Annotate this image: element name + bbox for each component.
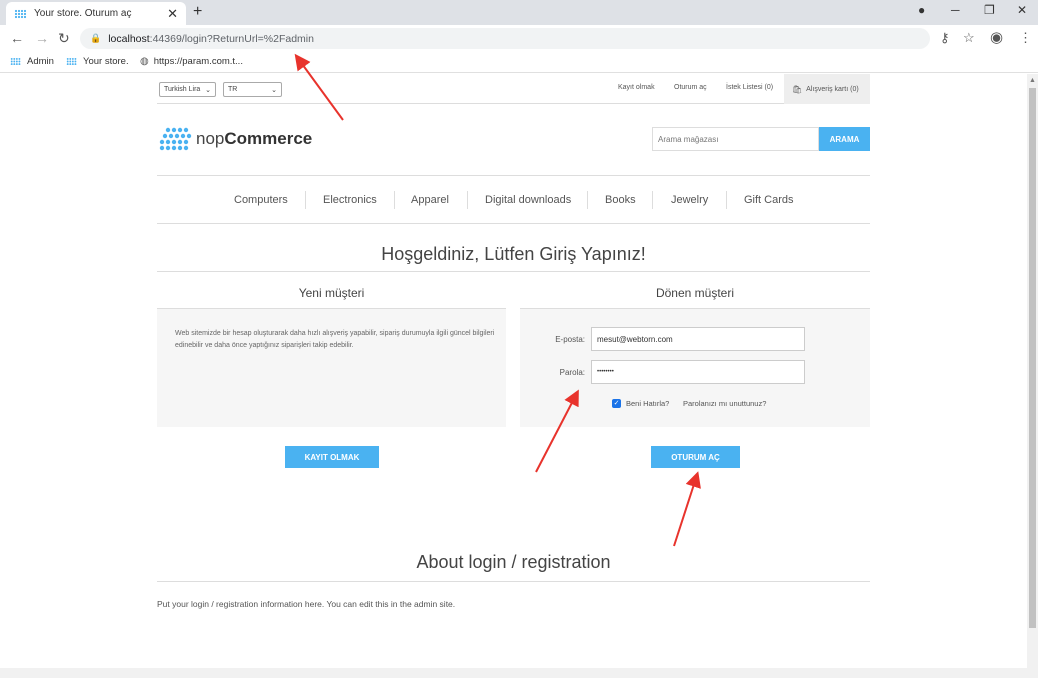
star-icon[interactable]: ☆	[963, 30, 975, 46]
lock-icon: 🔒	[90, 33, 102, 43]
key-icon[interactable]: ⚷	[940, 30, 950, 46]
horizontal-scrollbar[interactable]	[0, 668, 1027, 678]
search-input[interactable]: Arama mağazası	[652, 127, 819, 151]
new-customer-box	[157, 309, 506, 427]
page-title: Hoşgeldiniz, Lütfen Giriş Yapınız!	[381, 244, 646, 264]
bookmark-param[interactable]: ◍ https://param.com.t...	[140, 56, 243, 67]
new-tab-button[interactable]: +	[193, 3, 202, 21]
remember-me-label[interactable]: Beni Hatırla?	[626, 399, 669, 408]
close-tab-icon[interactable]: ✕	[167, 6, 178, 22]
minimize-icon[interactable]: ─	[951, 3, 960, 17]
about-divider	[157, 581, 870, 582]
cart-link[interactable]: 🛍 Alışveriş kartı (0)	[784, 74, 870, 104]
url-field[interactable]: 🔒 localhost:44369/login?ReturnUrl=%2Fadm…	[80, 28, 930, 49]
login-link[interactable]: Oturum aç	[674, 84, 707, 91]
login-button[interactable]: OTURUM AÇ	[651, 446, 740, 468]
menu-item-gift-cards[interactable]: Gift Cards	[744, 194, 794, 206]
browser-tab[interactable]: Your store. Oturum aç ✕	[6, 2, 186, 25]
nopcommerce-favicon-icon	[10, 57, 21, 66]
language-select[interactable]: TR ⌄	[223, 82, 282, 97]
scrollbar-thumb[interactable]	[1029, 88, 1036, 628]
chevron-down-icon: ⌄	[271, 86, 277, 94]
currency-value: Turkish Lira	[164, 86, 201, 93]
top-menu: Computers Electronics Apparel Digital do…	[157, 175, 870, 224]
account-icon[interactable]: ◉	[990, 28, 1003, 46]
reload-icon[interactable]: ↻	[58, 30, 70, 47]
menu-item-electronics[interactable]: Electronics	[323, 194, 377, 206]
bookmarks-bar: Admin Your store. ◍ https://param.com.t.…	[0, 52, 1038, 73]
window-close-icon[interactable]: ✕	[1017, 3, 1027, 17]
menu-item-apparel[interactable]: Apparel	[411, 194, 449, 206]
menu-divider	[394, 191, 395, 209]
remember-me-checkbox[interactable]: ✓	[612, 399, 621, 408]
about-title: About login / registration	[416, 552, 611, 572]
address-bar-row: ← → ↻ 🔒 localhost:44369/login?ReturnUrl=…	[0, 25, 1038, 52]
register-link[interactable]: Kayıt olmak	[618, 84, 655, 91]
forward-icon[interactable]: →	[35, 30, 49, 46]
restore-icon[interactable]: ❐	[984, 3, 995, 17]
forgot-password-link[interactable]: Parolanızı mı unuttunuz?	[683, 399, 766, 408]
about-text: Put your login / registration informatio…	[157, 599, 456, 609]
bookmark-your-store[interactable]: Your store.	[66, 56, 129, 67]
menu-divider	[726, 191, 727, 209]
menu-divider	[587, 191, 588, 209]
logo-text: nopCommerce	[196, 129, 313, 148]
browser-tabstrip: Your store. Oturum aç ✕ + ● ─ ❐ ✕	[0, 0, 1038, 25]
vertical-scrollbar[interactable]: ▲	[1027, 74, 1038, 678]
bookmark-label: Your store.	[83, 56, 129, 67]
new-customer-text: Web sitemizde bir hesap oluşturarak daha…	[175, 330, 495, 349]
cart-label: Alışveriş kartı (0)	[806, 85, 859, 93]
globe-icon: ◍	[140, 56, 149, 67]
password-label: Parola:	[559, 368, 585, 377]
page-viewport: Turkish Lira ⌄ TR ⌄ Kayıt olmak Oturum a…	[0, 74, 1027, 678]
nopcommerce-logo-icon	[159, 127, 192, 151]
currency-select[interactable]: Turkish Lira ⌄	[159, 82, 216, 97]
menu-item-computers[interactable]: Computers	[234, 194, 288, 206]
url-path: :44369/login?ReturnUrl=%2Fadmin	[149, 32, 314, 45]
menu-divider	[467, 191, 468, 209]
search-button[interactable]: ARAMA	[819, 127, 870, 151]
menu-item-digital-downloads[interactable]: Digital downloads	[485, 194, 571, 206]
chevron-down-icon: ⌄	[205, 86, 211, 94]
scroll-up-icon[interactable]: ▲	[1029, 77, 1036, 84]
menu-divider	[305, 191, 306, 209]
nopcommerce-favicon-icon	[14, 9, 27, 18]
profile-circle-icon[interactable]: ●	[918, 3, 925, 17]
email-label: E-posta:	[555, 335, 585, 344]
language-value: TR	[228, 86, 238, 93]
menu-item-books[interactable]: Books	[605, 194, 636, 206]
shopping-bag-icon: 🛍	[792, 84, 803, 94]
title-divider	[157, 271, 870, 272]
bookmark-label: https://param.com.t...	[153, 56, 243, 67]
wishlist-link[interactable]: İstek Listesi (0)	[726, 84, 773, 91]
header-links-bar: Turkish Lira ⌄ TR ⌄ Kayıt olmak Oturum a…	[157, 74, 870, 104]
returning-customer-title: Dönen müşteri	[655, 286, 735, 300]
menu-divider	[652, 191, 653, 209]
password-field[interactable]: ••••••••	[591, 360, 805, 384]
nopcommerce-favicon-icon	[66, 57, 77, 66]
back-icon[interactable]: ←	[10, 30, 24, 46]
bookmark-label: Admin	[27, 56, 54, 67]
new-customer-title: Yeni müşteri	[298, 286, 365, 300]
bookmark-admin[interactable]: Admin	[10, 56, 54, 67]
tab-title: Your store. Oturum aç	[34, 8, 132, 19]
store-logo[interactable]: nopCommerce	[158, 126, 312, 152]
email-field[interactable]: mesut@webtorn.com	[591, 327, 805, 351]
url-host: localhost	[108, 32, 150, 45]
menu-item-jewelry[interactable]: Jewelry	[671, 194, 708, 206]
menu-dots-icon[interactable]: ⋮	[1019, 30, 1032, 46]
register-button[interactable]: KAYIT OLMAK	[285, 446, 379, 468]
